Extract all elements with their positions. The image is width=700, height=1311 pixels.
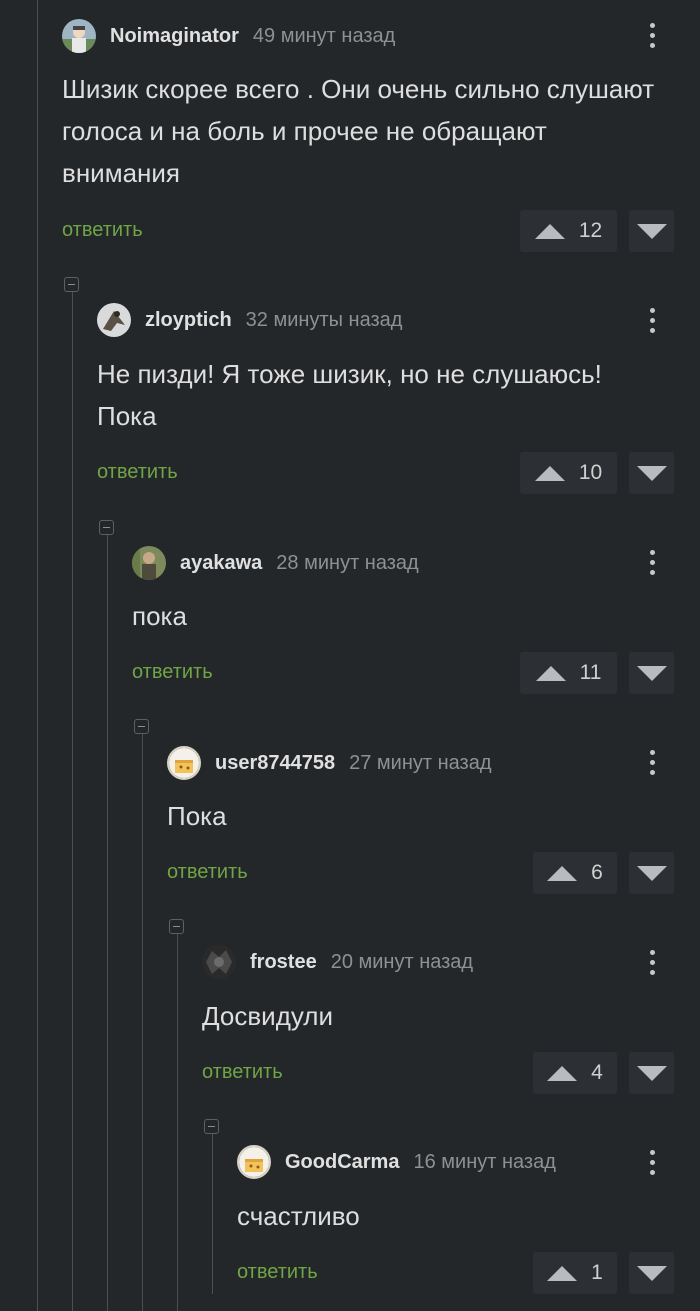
- minus-square-icon[interactable]: [99, 520, 114, 535]
- comment-text: Не пизди! Я тоже шизик, но не слушаюсь! …: [97, 359, 602, 431]
- minus-square-icon[interactable]: [134, 719, 149, 734]
- comment-time: 28 минут назад: [276, 551, 419, 574]
- triangle-up-icon: [547, 1265, 578, 1281]
- avatar[interactable]: [62, 19, 96, 53]
- comment-header: GoodCarma 16 минут назад: [237, 1144, 556, 1180]
- thread-line-0: [37, 0, 38, 1311]
- reply-link[interactable]: ответить: [167, 861, 248, 884]
- comment-header: ayakawa 28 минут назад: [132, 545, 419, 581]
- thread-line-4: [177, 934, 178, 1311]
- reply-link[interactable]: ответить: [97, 461, 178, 484]
- comment-author[interactable]: frostee: [250, 951, 317, 974]
- triangle-up-icon: [534, 465, 565, 481]
- more-vertical-icon[interactable]: [642, 1145, 662, 1179]
- avatar[interactable]: [132, 546, 166, 580]
- comment-author[interactable]: zloyptich: [145, 309, 232, 332]
- comment-time: 20 минут назад: [330, 950, 474, 973]
- minus-square-icon[interactable]: [169, 919, 184, 934]
- triangle-down-icon: [636, 665, 667, 681]
- downvote-button[interactable]: [629, 852, 674, 894]
- triangle-up-icon: [535, 665, 566, 681]
- triangle-down-icon: [636, 865, 667, 881]
- downvote-button[interactable]: [629, 452, 674, 494]
- comment-author[interactable]: ayakawa: [180, 552, 262, 575]
- reply-link[interactable]: ответить: [132, 661, 213, 684]
- comment-author[interactable]: GoodCarma: [285, 1151, 399, 1174]
- comment-score: 10: [578, 461, 603, 484]
- upvote-button[interactable]: 10: [520, 452, 617, 494]
- comment-score: 6: [591, 861, 603, 884]
- thread-line-5: [212, 1134, 213, 1294]
- comment-header: frostee 20 минут назад: [202, 944, 473, 980]
- upvote-button[interactable]: 1: [533, 1252, 617, 1294]
- triangle-up-icon: [547, 865, 578, 881]
- comment-author[interactable]: user8744758: [215, 752, 335, 775]
- minus-square-icon[interactable]: [64, 277, 79, 292]
- comment-text: счастливо: [237, 1201, 360, 1231]
- reply-link[interactable]: ответить: [202, 1061, 283, 1084]
- comment-text: пока: [132, 601, 187, 631]
- upvote-button[interactable]: 11: [520, 652, 617, 694]
- reply-link[interactable]: ответить: [62, 219, 143, 242]
- downvote-button[interactable]: [629, 652, 674, 694]
- avatar[interactable]: [237, 1145, 271, 1179]
- comment-author[interactable]: Noimaginator: [110, 25, 239, 48]
- more-vertical-icon[interactable]: [642, 303, 662, 337]
- comment-score: 12: [578, 219, 603, 242]
- upvote-button[interactable]: 12: [520, 210, 617, 252]
- triangle-down-icon: [636, 465, 667, 481]
- comment-time: 27 минут назад: [349, 751, 492, 774]
- triangle-up-icon: [547, 1065, 578, 1081]
- thread-line-3: [142, 734, 143, 1311]
- comment-text: Шизик скорее всего . Они очень сильно сл…: [62, 74, 655, 188]
- avatar[interactable]: [167, 746, 201, 780]
- comment-text: Досвидули: [202, 1001, 333, 1031]
- reply-link[interactable]: ответить: [237, 1261, 318, 1284]
- avatar[interactable]: [97, 303, 131, 337]
- downvote-button[interactable]: [629, 1052, 674, 1094]
- comment-text: Пока: [167, 801, 227, 831]
- upvote-button[interactable]: 4: [533, 1052, 617, 1094]
- comment-header: user8744758 27 минут назад: [167, 745, 492, 781]
- comment-score: 11: [579, 661, 602, 684]
- triangle-down-icon: [636, 1265, 667, 1281]
- more-vertical-icon[interactable]: [642, 945, 662, 979]
- comment-time: 32 минуты назад: [245, 308, 403, 331]
- upvote-button[interactable]: 6: [533, 852, 617, 894]
- minus-square-icon[interactable]: [204, 1119, 219, 1134]
- comment-time: 49 минут назад: [252, 24, 396, 47]
- more-vertical-icon[interactable]: [642, 545, 662, 579]
- triangle-down-icon: [636, 223, 667, 239]
- more-vertical-icon[interactable]: [642, 18, 662, 52]
- avatar[interactable]: [202, 945, 236, 979]
- triangle-up-icon: [534, 223, 565, 239]
- thread-line-1: [72, 292, 73, 1311]
- comment-time: 16 минут назад: [413, 1150, 556, 1173]
- comment-score: 4: [591, 1061, 603, 1084]
- comment-score: 1: [591, 1261, 603, 1284]
- more-vertical-icon[interactable]: [642, 745, 662, 779]
- thread-line-2: [107, 535, 108, 1311]
- comment-header: Noimaginator 49 минут назад: [62, 18, 395, 54]
- triangle-down-icon: [636, 1065, 667, 1081]
- downvote-button[interactable]: [629, 1252, 674, 1294]
- downvote-button[interactable]: [629, 210, 674, 252]
- comment-header: zloyptich 32 минуты назад: [97, 302, 402, 338]
